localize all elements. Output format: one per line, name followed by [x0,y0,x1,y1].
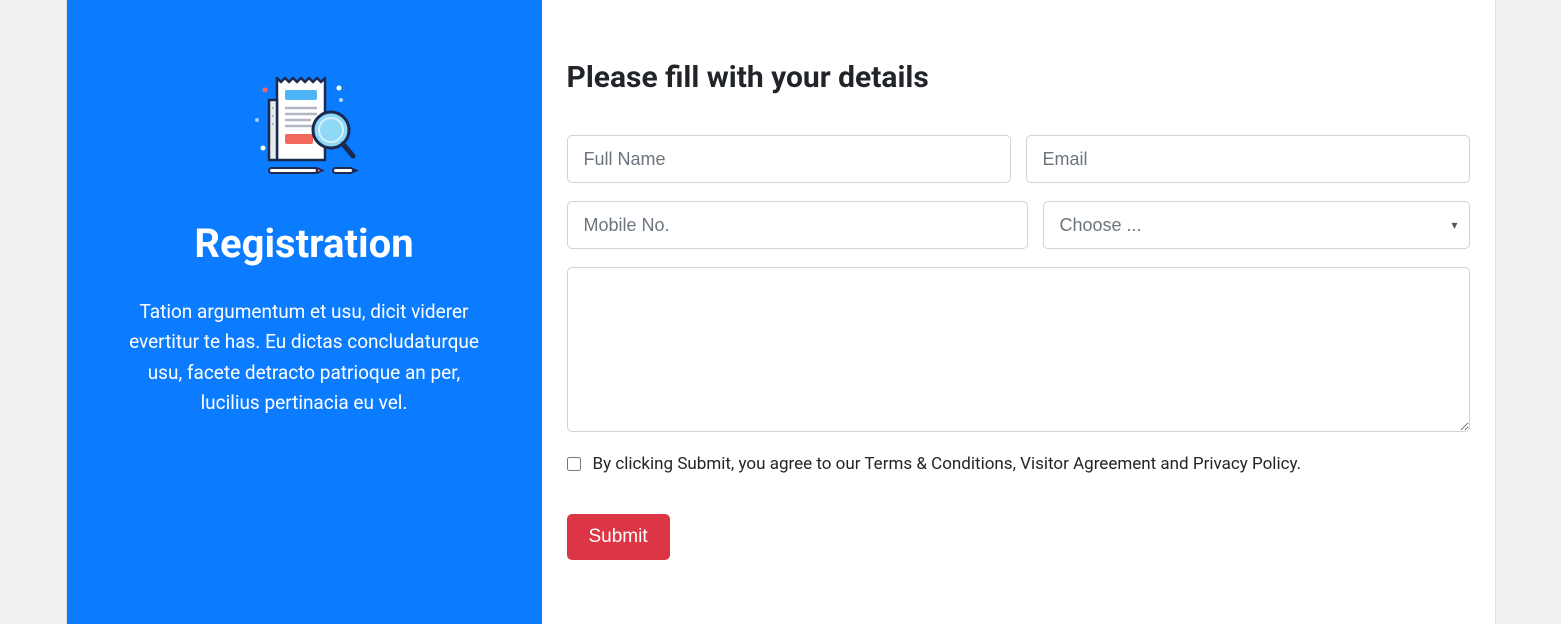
mobile-input[interactable] [567,201,1028,249]
terms-checkbox[interactable] [567,457,581,471]
terms-row: By clicking Submit, you agree to our Ter… [567,454,1470,474]
form-row-2: Choose ... [567,201,1470,249]
registration-container: Registration Tation argumentum et usu, d… [66,0,1496,624]
sidebar-title: Registration [117,220,492,267]
sidebar: Registration Tation argumentum et usu, d… [67,0,542,624]
select-wrap: Choose ... [1043,201,1470,249]
choose-select[interactable]: Choose ... [1043,201,1470,249]
form-heading: Please fill with your details [567,60,1470,95]
email-input[interactable] [1026,135,1470,183]
form-row-1 [567,135,1470,183]
registration-icon [117,60,492,190]
message-textarea[interactable] [567,267,1470,432]
main-content: Please fill with your details Choose ...… [542,0,1495,624]
sidebar-description: Tation argumentum et usu, dicit viderer … [117,297,492,419]
submit-button[interactable]: Submit [567,514,670,560]
form-row-3 [567,267,1470,432]
terms-label: By clicking Submit, you agree to our Ter… [593,454,1302,474]
full-name-input[interactable] [567,135,1011,183]
